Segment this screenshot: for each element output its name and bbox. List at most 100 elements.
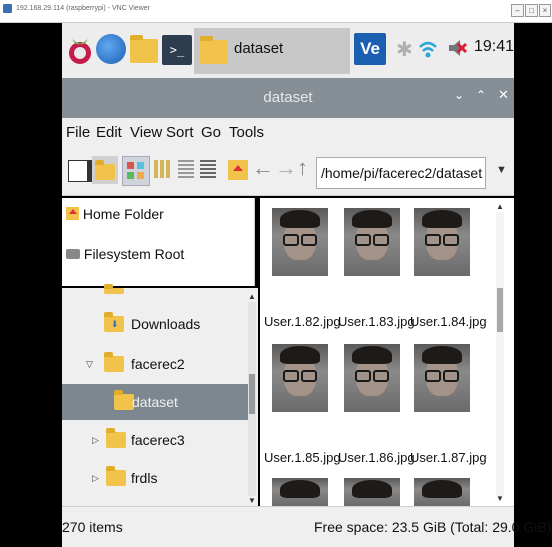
collapsed-chevron-icon[interactable]: ▷ xyxy=(92,435,99,446)
volume-muted-icon[interactable] xyxy=(446,36,468,60)
folder-icon xyxy=(106,428,126,448)
menu-edit[interactable]: Edit xyxy=(96,124,122,141)
place-home-folder[interactable]: Home Folder xyxy=(66,206,164,222)
places-pane: Home Folder Filesystem Root xyxy=(62,198,255,286)
tree-scrollbar[interactable] xyxy=(248,302,256,496)
downloads-folder-icon: ⬇ xyxy=(104,312,124,332)
file-item[interactable]: User.1.82.jpg xyxy=(264,202,341,330)
status-bar: 270 items Free space: 23.5 GiB (Total: 2… xyxy=(62,506,551,547)
image-thumbnail[interactable] xyxy=(272,478,328,506)
tree-item-label: facerec3 xyxy=(131,432,185,448)
tree-item-dataset[interactable]: dataset xyxy=(62,384,250,420)
folder-icon xyxy=(104,284,124,294)
tree-item-label: dataset xyxy=(132,394,178,410)
wifi-icon[interactable] xyxy=(418,35,438,61)
vnc-close-button[interactable]: × xyxy=(539,4,551,17)
menu-sort[interactable]: Sort xyxy=(166,124,194,141)
file-name: User.1.84.jpg xyxy=(410,314,487,329)
vnc-title-bar: 192.168.29.114 (raspberrypi) - VNC Viewe… xyxy=(0,0,552,23)
file-item[interactable]: User.1.85.jpg xyxy=(264,338,341,466)
window-title-bar: dataset ⌄ ⌃ ✕ xyxy=(62,78,514,118)
file-item[interactable]: User.1.83.jpg xyxy=(338,202,415,330)
place-label: Filesystem Root xyxy=(83,246,185,262)
file-grid: User.1.82.jpg User.1.83.jpg User.1.84.jp… xyxy=(260,198,514,506)
file-name: User.1.82.jpg xyxy=(264,314,341,329)
expanded-chevron-icon[interactable]: ▽ xyxy=(86,359,93,370)
icon-view-icon xyxy=(127,162,134,169)
vnc-window-title: 192.168.29.114 (raspberrypi) - VNC Viewe… xyxy=(16,5,150,12)
bluetooth-icon[interactable]: ✱ xyxy=(396,37,413,62)
file-name: User.1.85.jpg xyxy=(264,450,341,465)
vnc-app-icon xyxy=(3,4,12,13)
file-name: User.1.87.jpg xyxy=(410,450,487,465)
icon-view-button[interactable] xyxy=(122,156,150,186)
tree-scrollbar-thumb[interactable] xyxy=(249,374,255,414)
vnc-minimize-button[interactable]: – xyxy=(511,4,524,17)
free-space: Free space: 23.5 GiB (Total: 29.0 GiB) xyxy=(314,519,552,535)
tree-item-label: facerec2 xyxy=(131,356,185,372)
tree-scroll-up-icon[interactable]: ▲ xyxy=(248,292,256,301)
menu-view[interactable]: View xyxy=(130,124,162,141)
collapsed-chevron-icon[interactable]: ▷ xyxy=(92,473,99,484)
file-scroll-up-icon[interactable]: ▲ xyxy=(496,202,504,211)
file-name: User.1.83.jpg xyxy=(338,314,415,329)
list-view-icon[interactable] xyxy=(200,160,216,178)
folder-icon xyxy=(114,390,134,410)
file-scroll-down-icon[interactable]: ▼ xyxy=(496,494,504,503)
new-window-icon[interactable] xyxy=(68,160,93,182)
file-scrollbar[interactable] xyxy=(496,212,504,496)
forward-arrow-icon[interactable]: → xyxy=(275,155,297,181)
image-thumbnail[interactable] xyxy=(344,478,400,506)
minimize-icon[interactable]: ⌄ xyxy=(454,88,464,102)
web-browser-icon[interactable] xyxy=(96,34,126,64)
place-label: Home Folder xyxy=(82,206,164,222)
home-icon[interactable] xyxy=(228,160,248,180)
item-count: 270 items xyxy=(62,519,123,535)
place-filesystem-root[interactable]: Filesystem Root xyxy=(66,246,184,262)
tree-item-facerec2[interactable]: ▽ facerec2 xyxy=(62,350,250,380)
drive-icon xyxy=(66,249,80,259)
maximize-icon[interactable]: ⌃ xyxy=(476,88,486,102)
tree-item-facerec3[interactable]: ▷ facerec3 xyxy=(62,426,250,456)
menu-bar: File Edit View Sort Go Tools xyxy=(62,118,514,148)
image-thumbnail xyxy=(344,208,400,276)
up-arrow-icon[interactable]: ↑ xyxy=(297,155,308,181)
folder-icon xyxy=(106,466,126,486)
raspberry-menu-icon[interactable] xyxy=(66,35,94,65)
file-scrollbar-thumb[interactable] xyxy=(497,288,503,332)
desktop-panel: >_ dataset Ve ✱ 19:41 xyxy=(62,23,514,78)
vnc-server-icon[interactable]: Ve xyxy=(354,33,386,65)
menu-go[interactable]: Go xyxy=(201,124,221,141)
path-input[interactable]: /home/pi/facerec2/dataset xyxy=(316,157,486,189)
back-arrow-icon[interactable]: ← xyxy=(252,155,274,181)
compact-view-icon[interactable] xyxy=(178,160,194,178)
close-icon[interactable]: ✕ xyxy=(498,87,509,103)
home-icon xyxy=(66,207,79,220)
image-thumbnail xyxy=(272,344,328,412)
file-manager-icon[interactable] xyxy=(130,35,158,63)
file-item[interactable]: User.1.87.jpg xyxy=(410,338,487,466)
new-tab-icon xyxy=(95,160,115,180)
tree-item-frdls[interactable]: ▷ frdls xyxy=(62,464,250,494)
file-item[interactable]: User.1.86.jpg xyxy=(338,338,415,466)
image-thumbnail[interactable] xyxy=(414,478,470,506)
image-thumbnail xyxy=(414,208,470,276)
tree-item-downloads[interactable]: ⬇ Downloads xyxy=(62,310,250,340)
tree-scroll-down-icon[interactable]: ▼ xyxy=(248,496,256,505)
image-thumbnail xyxy=(344,344,400,412)
menu-tools[interactable]: Tools xyxy=(229,124,264,141)
path-dropdown-icon[interactable]: ▼ xyxy=(496,164,507,176)
window-title: dataset xyxy=(263,89,313,106)
thumbnail-view-icon[interactable] xyxy=(154,160,170,178)
tree-item-label: Downloads xyxy=(131,316,201,332)
vnc-maximize-button[interactable]: □ xyxy=(525,4,538,17)
menu-file[interactable]: File xyxy=(66,124,90,141)
image-thumbnail xyxy=(272,208,328,276)
terminal-icon[interactable]: >_ xyxy=(162,35,192,65)
tree-item-label: frdls xyxy=(131,470,158,486)
taskbar-button-dataset[interactable]: dataset xyxy=(194,28,350,74)
clock[interactable]: 19:41 xyxy=(474,38,514,56)
file-item[interactable]: User.1.84.jpg xyxy=(410,202,487,330)
new-tab-button[interactable] xyxy=(92,156,118,184)
folder-icon xyxy=(200,36,228,64)
